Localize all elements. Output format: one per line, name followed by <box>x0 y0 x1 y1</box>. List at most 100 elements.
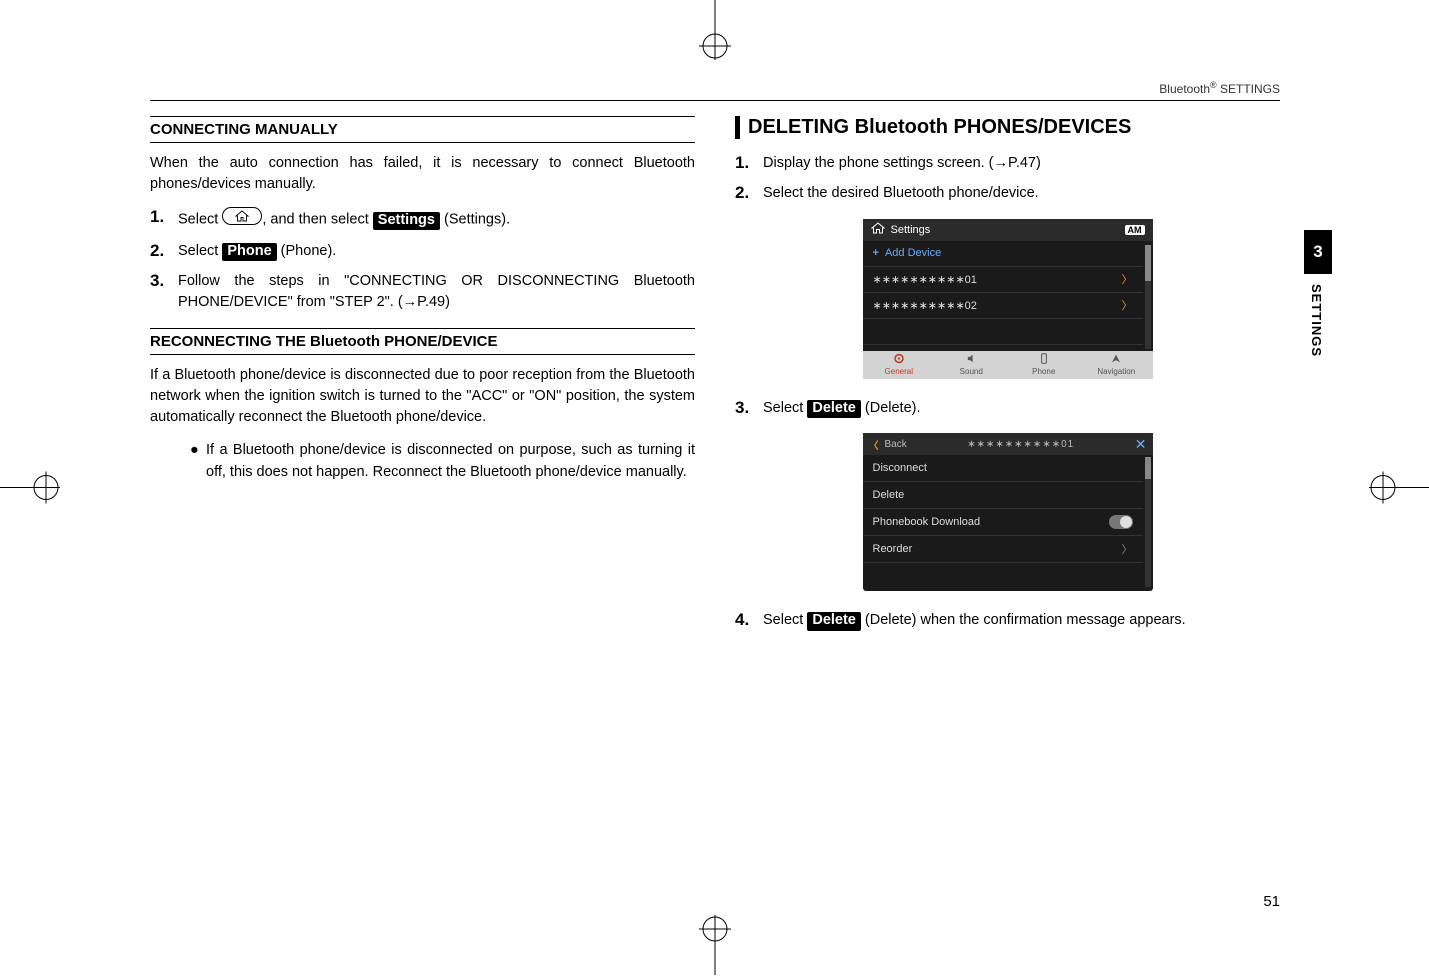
device-row-1: ∗∗∗∗∗∗∗∗∗∗01 〉 <box>863 267 1143 293</box>
step-4: 4. Select Delete (Delete) when the confi… <box>735 610 1280 632</box>
deleting-steps: 1. Display the phone settings screen. (→… <box>735 153 1280 205</box>
chapter-label: SETTINGS <box>1304 274 1329 367</box>
step1-post: (Settings). <box>440 212 510 228</box>
chevron-right-icon: 〉 <box>1122 541 1133 557</box>
device-1-label: ∗∗∗∗∗∗∗∗∗∗01 <box>873 273 977 286</box>
crop-mark-top <box>655 0 775 65</box>
header-sup: ® <box>1210 80 1217 90</box>
step-number: 3. <box>150 271 178 291</box>
delete-label: Delete <box>873 489 905 501</box>
reorder-label: Reorder <box>873 543 913 555</box>
step3-post: (Delete). <box>861 400 921 416</box>
scrollbar <box>1145 245 1151 349</box>
running-header: Bluetooth® SETTINGS <box>1159 80 1280 96</box>
device-row-2: ∗∗∗∗∗∗∗∗∗∗02 〉 <box>863 293 1143 319</box>
close-icon: ✕ <box>1135 436 1147 453</box>
empty-row <box>863 563 1143 590</box>
plus-icon: + <box>873 247 879 259</box>
step4-pre: Select <box>763 612 807 628</box>
am-badge: AM <box>1125 225 1145 235</box>
settings-screenshot: Settings AM + Add Device ∗∗∗∗∗∗∗∗∗∗01 〉 <box>735 219 1280 384</box>
chevron-right-icon: 〉 <box>1122 271 1133 287</box>
tab-navigation: Navigation <box>1080 351 1153 379</box>
delete-row: Delete <box>863 482 1143 509</box>
connecting-manually-heading: CONNECTING MANUALLY <box>150 116 695 143</box>
delete-tag: Delete <box>807 612 861 630</box>
step1-pre: Select <box>178 212 222 228</box>
tab-general-label: General <box>885 367 913 376</box>
step-number: 2. <box>735 183 763 203</box>
home-button-icon <box>222 207 262 233</box>
step-number: 2. <box>150 241 178 261</box>
screenshot-title: Settings <box>891 224 931 236</box>
disconnect-row: Disconnect <box>863 455 1143 482</box>
step3-pre: Select <box>763 400 807 416</box>
step-body: Select the desired Bluetooth phone/devic… <box>763 183 1280 205</box>
crop-mark-right <box>1369 428 1429 553</box>
step-number: 1. <box>150 207 178 227</box>
step-number: 3. <box>735 398 763 418</box>
deleting-heading: DELETING Bluetooth PHONES/DEVICES <box>735 116 1280 139</box>
disconnect-label: Disconnect <box>873 462 927 474</box>
phonebook-download-label: Phonebook Download <box>873 516 981 528</box>
home-icon <box>871 222 885 237</box>
reconnecting-bullet: ● If a Bluetooth phone/device is disconn… <box>190 440 695 484</box>
tab-phone: Phone <box>1008 351 1081 379</box>
bullet-icon: ● <box>190 440 206 484</box>
scrollbar <box>1145 457 1151 587</box>
toggle-icon <box>1109 515 1133 529</box>
deleting-step-4: 4. Select Delete (Delete) when the confi… <box>735 610 1280 632</box>
header-post: SETTINGS <box>1217 82 1280 96</box>
crop-mark-left <box>0 428 60 553</box>
tab-general: General <box>863 351 936 379</box>
step-number: 1. <box>735 153 763 173</box>
device-2-label: ∗∗∗∗∗∗∗∗∗∗02 <box>873 299 977 312</box>
tab-phone-label: Phone <box>1032 367 1055 376</box>
side-tab: 3 SETTINGS <box>1304 230 1332 367</box>
speaker-icon <box>964 353 978 366</box>
back-chevron-icon: 〈 <box>869 437 879 452</box>
settings-tag: Settings <box>373 212 440 230</box>
reconnecting-intro: If a Bluetooth phone/device is disconnec… <box>150 365 695 428</box>
step-body: Select Delete (Delete). <box>763 398 1280 420</box>
phone-tag: Phone <box>222 243 276 261</box>
header-rule <box>150 100 1280 101</box>
step-body: Select Delete (Delete) when the confirma… <box>763 610 1280 632</box>
add-device-row: + Add Device <box>863 241 1143 267</box>
connecting-manually-steps: 1. Select , and then select Settings (Se… <box>150 207 695 314</box>
step-1: 1. Display the phone settings screen. (→… <box>735 153 1280 175</box>
chapter-number: 3 <box>1304 230 1332 274</box>
page-number: 51 <box>1263 893 1280 910</box>
phone-icon <box>1037 353 1051 366</box>
empty-row <box>863 319 1143 345</box>
right-column: DELETING Bluetooth PHONES/DEVICES 1. Dis… <box>735 116 1280 870</box>
device-detail-screenshot: 〈 Back ∗∗∗∗∗∗∗∗∗∗01 ✕ Disconnect Delete <box>735 433 1280 596</box>
deleting-step-3: 3. Select Delete (Delete). <box>735 398 1280 420</box>
step-body: Select Phone (Phone). <box>178 241 695 263</box>
step-3: 3. Select Delete (Delete). <box>735 398 1280 420</box>
step1-mid: , and then select <box>262 212 372 228</box>
step-3: 3. Follow the steps in "CONNECTING OR DI… <box>150 271 695 315</box>
gear-icon <box>892 353 906 366</box>
step-body: Display the phone settings screen. (→P.4… <box>763 153 1280 175</box>
step-body: Follow the steps in "CONNECTING OR DISCO… <box>178 271 695 315</box>
back-label: Back <box>885 439 907 450</box>
step-number: 4. <box>735 610 763 630</box>
tab-sound-label: Sound <box>960 367 983 376</box>
bottom-tabs: General Sound Phone Navigation <box>863 351 1153 379</box>
header-pre: Bluetooth <box>1159 82 1210 96</box>
connecting-manually-intro: When the auto connection has failed, it … <box>150 153 695 195</box>
device-title: ∗∗∗∗∗∗∗∗∗∗01 <box>913 439 1129 450</box>
page-content: Bluetooth® SETTINGS CONNECTING MANUALLY … <box>150 80 1280 910</box>
tab-navigation-label: Navigation <box>1097 367 1135 376</box>
delete-tag: Delete <box>807 400 861 418</box>
crop-mark-bottom <box>655 915 775 980</box>
step-1: 1. Select , and then select Settings (Se… <box>150 207 695 233</box>
tab-sound: Sound <box>935 351 1008 379</box>
reconnecting-heading: RECONNECTING THE Bluetooth PHONE/DEVICE <box>150 328 695 355</box>
step2-post: (Phone). <box>277 243 337 259</box>
step2-pre: Select <box>178 243 222 259</box>
left-column: CONNECTING MANUALLY When the auto connec… <box>150 116 695 870</box>
chevron-right-icon: 〉 <box>1122 297 1133 313</box>
phonebook-download-row: Phonebook Download <box>863 509 1143 536</box>
